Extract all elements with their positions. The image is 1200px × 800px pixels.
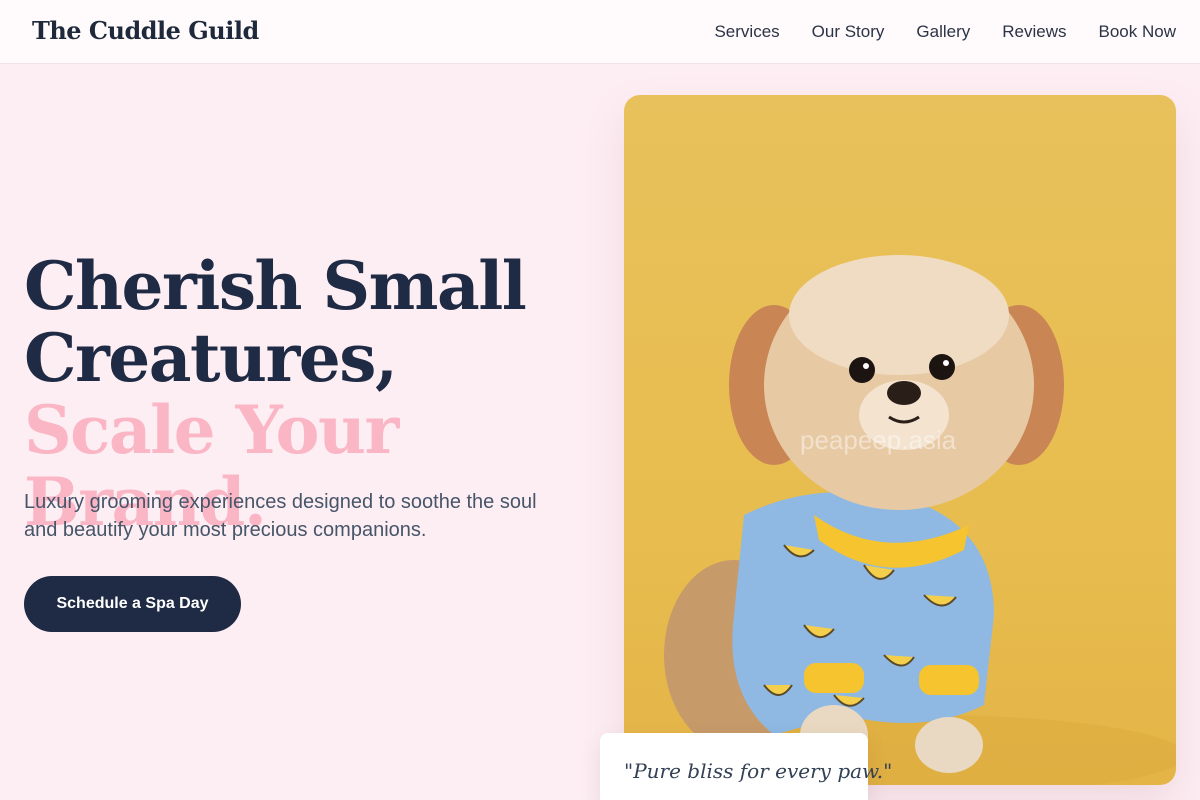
nav-book-now[interactable]: Book Now — [1099, 22, 1176, 42]
main-nav: Services Our Story Gallery Reviews Book … — [714, 22, 1176, 42]
hero-dog-photo: peapeep.asia — [624, 95, 1176, 785]
schedule-spa-day-button[interactable]: Schedule a Spa Day — [24, 576, 241, 632]
nav-reviews[interactable]: Reviews — [1002, 22, 1066, 42]
brand-logo[interactable]: The Cuddle Guild — [32, 16, 259, 45]
site-header: The Cuddle Guild Services Our Story Gall… — [0, 0, 1200, 64]
testimonial-quote-card: "Pure bliss for every paw." — [600, 733, 893, 800]
testimonial-quote: "Pure bliss for every paw." — [624, 759, 893, 783]
photo-watermark: peapeep.asia — [800, 425, 957, 455]
headline-line-1: Cherish Small — [24, 247, 527, 325]
headline-line-2: Creatures, — [24, 319, 398, 397]
nav-our-story[interactable]: Our Story — [812, 22, 885, 42]
hero-subtext: Luxury grooming experiences designed to … — [24, 491, 537, 541]
nav-gallery[interactable]: Gallery — [916, 22, 970, 42]
nav-services[interactable]: Services — [714, 22, 779, 42]
